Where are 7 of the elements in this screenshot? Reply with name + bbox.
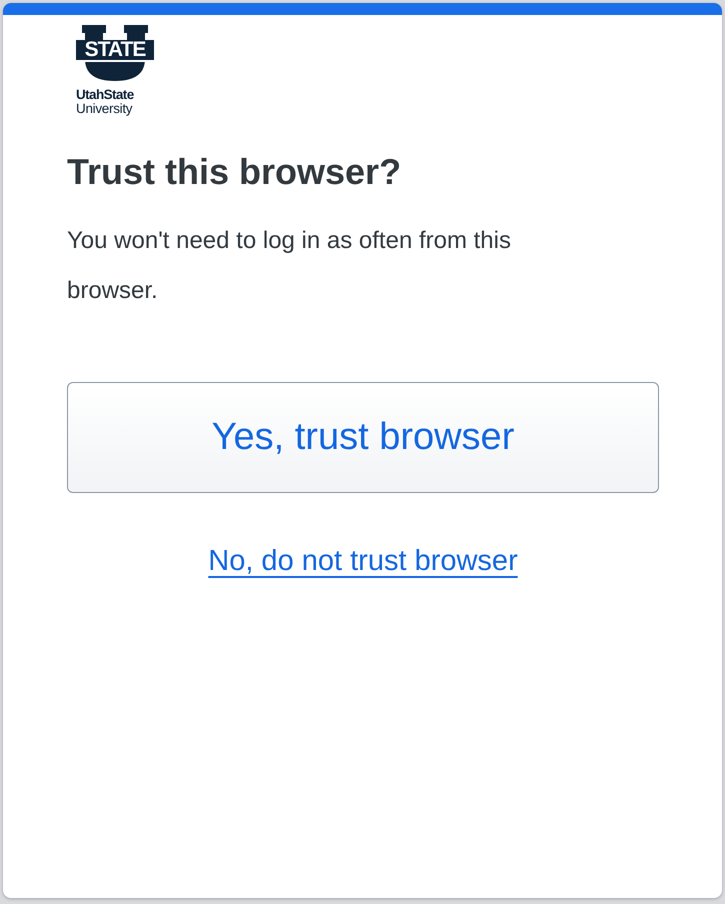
trust-button[interactable]: Yes, trust browser — [67, 382, 659, 493]
message-text: You won't need to log in as often from this browser. — [67, 226, 512, 306]
logo-name: University — [76, 102, 134, 116]
logo-name: UtahState — [76, 88, 134, 102]
logo-wordmark: STATE — [76, 40, 154, 62]
page-title: Trust this browser? — [67, 150, 402, 194]
do-not-trust-link[interactable]: No, do not trust browser — [208, 545, 518, 578]
